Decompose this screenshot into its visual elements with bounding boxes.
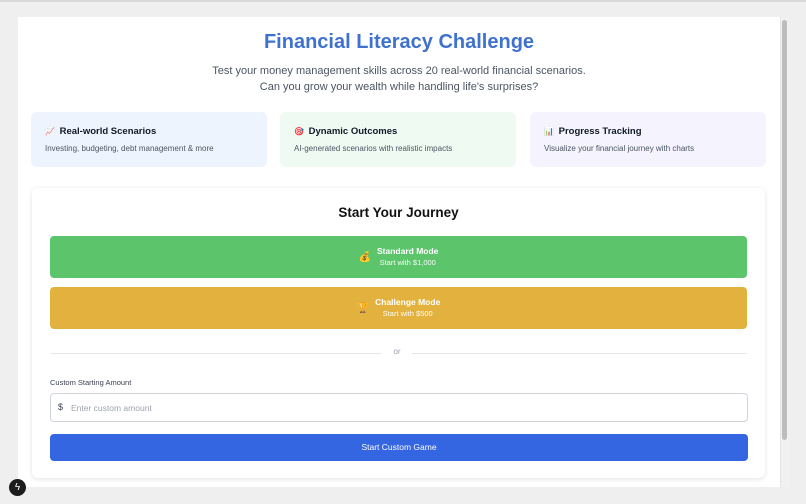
lightning-icon[interactable]: ϟ — [9, 479, 26, 496]
feature-card-progress-tracking: 📊 Progress Tracking Visualize your finan… — [530, 112, 766, 167]
challenge-mode-button[interactable]: 🏆 Challenge Mode Start with $500 — [50, 287, 747, 329]
custom-amount-input[interactable] — [69, 398, 733, 418]
page-title: Financial Literacy Challenge — [263, 31, 535, 53]
window-top-border — [0, 0, 806, 2]
bar-chart-icon: 📊 — [544, 127, 554, 136]
feature-title: Real-world Scenarios — [59, 126, 157, 137]
divider-or-text: or — [393, 347, 401, 356]
custom-amount-field[interactable]: $ — [50, 393, 748, 422]
page-subtitle: Test your money management skills across… — [212, 65, 586, 93]
money-bag-icon: 💰 — [358, 251, 372, 263]
scrollbar-thumb[interactable] — [782, 20, 787, 440]
mode-label: Challenge Mode — [375, 297, 441, 307]
divider-line-right — [412, 353, 747, 354]
mode-subtitle: Start with $500 — [382, 309, 433, 318]
feature-description: Visualize your financial journey with ch… — [544, 144, 695, 153]
mode-label: Standard Mode — [377, 246, 439, 256]
start-custom-game-button[interactable]: Start Custom Game — [50, 434, 748, 461]
feature-description: AI-generated scenarios with realistic im… — [294, 144, 453, 153]
feature-card-real-world: 📈 Real-world Scenarios Investing, budget… — [31, 112, 267, 167]
mode-subtitle: Start with $1,000 — [379, 258, 436, 267]
feature-title: Progress Tracking — [558, 126, 642, 137]
target-icon: 🎯 — [294, 127, 304, 136]
trophy-icon: 🏆 — [356, 302, 370, 314]
feature-description: Investing, budgeting, debt management & … — [45, 144, 214, 153]
card-title: Start Your Journey — [338, 205, 459, 220]
chart-increasing-icon: 📈 — [45, 127, 55, 136]
divider-line-left — [50, 353, 382, 354]
currency-symbol: $ — [58, 402, 64, 412]
start-journey-card: Start Your Journey 💰 Standard Mode Start… — [32, 188, 765, 478]
standard-mode-button[interactable]: 💰 Standard Mode Start with $1,000 — [50, 236, 747, 278]
feature-card-dynamic-outcomes: 🎯 Dynamic Outcomes AI-generated scenario… — [280, 112, 516, 167]
main-page: Financial Literacy Challenge Test your m… — [18, 17, 780, 487]
feature-title: Dynamic Outcomes — [308, 126, 398, 137]
custom-amount-label: Custom Starting Amount — [50, 378, 132, 387]
